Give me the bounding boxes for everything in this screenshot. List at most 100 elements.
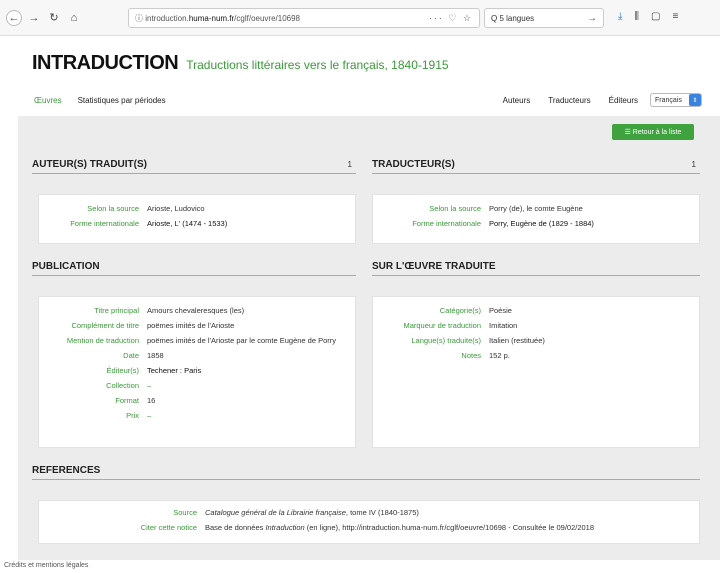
traducteurs-card: Selon la source Porry (de), le comte Eug… <box>372 194 700 244</box>
detail-label: Selon la source <box>87 204 139 213</box>
select-arrows-icon: ⇕ <box>689 94 701 106</box>
oeuvre-card: Catégorie(s) Poésie Marqueur de traducti… <box>372 296 700 448</box>
detail-row: Forme internationale Arioste, L' (1474 -… <box>47 218 347 229</box>
detail-value: Amours chevaleresques (les) <box>147 306 245 315</box>
sidebar-icon[interactable]: ▢ <box>651 11 660 22</box>
detail-label: Mention de traduction <box>66 336 139 345</box>
detail-label: Source <box>173 508 197 517</box>
language-value: Français <box>655 96 682 104</box>
cite-italic: Intraduction <box>265 523 305 532</box>
home-icon[interactable]: ⌂ <box>66 10 82 26</box>
footer-link[interactable]: Crédits et mentions légales <box>4 562 88 569</box>
detail-row: Prix – <box>47 410 347 421</box>
detail-value[interactable]: Porry, Eugène de (1829 - 1884) <box>489 218 594 229</box>
detail-label: Éditeur(s) <box>106 366 139 375</box>
detail-label: Format <box>115 396 139 405</box>
download-icon[interactable]: ⤓ <box>618 11 622 22</box>
url-bar[interactable]: ⓘ introduction. huma-num.fr/cglf/oeuvre/1… <box>128 8 480 28</box>
auteurs-heading: AUTEUR(S) TRADUIT(S) 1 <box>32 156 356 174</box>
detail-value: Imitation <box>489 321 518 330</box>
search-go-arrow-icon[interactable]: → <box>587 13 597 24</box>
nav-editeurs[interactable]: Éditeurs <box>609 96 638 105</box>
back-to-list-button[interactable]: ☰ Retour à la liste <box>612 124 694 140</box>
site-subtitle: Traductions littéraires vers le français… <box>186 58 449 72</box>
detail-row: Date 1858 <box>47 350 347 361</box>
nav-statistiques[interactable]: Statistiques par périodes <box>78 96 166 105</box>
detail-value: Base de données Intraduction (en ligne),… <box>205 522 594 533</box>
detail-row: Marqueur de traduction Imitation <box>381 320 691 331</box>
search-bar[interactable]: Q 5 langues → <box>484 8 604 28</box>
page-actions-icon[interactable]: ··· ♡ ☆ <box>429 13 473 24</box>
detail-value: – <box>147 411 152 420</box>
detail-value[interactable]: Techener : Paris <box>147 365 201 376</box>
source-rest: , tome IV (1840-1875) <box>345 508 419 517</box>
site-brand[interactable]: INTRADUCTION <box>32 52 179 75</box>
detail-label: Catégorie(s) <box>439 306 481 315</box>
traducteurs-count: 1 <box>691 160 696 169</box>
detail-row: Selon la source Arioste, Ludovico <box>47 203 347 214</box>
auteurs-heading-text: AUTEUR(S) TRADUIT(S) <box>32 159 147 170</box>
detail-value: 16 <box>147 396 156 405</box>
cite-pre: Base de données <box>205 523 266 532</box>
detail-row: Notes 152 p. <box>381 350 691 361</box>
detail-label: Complément de titre <box>71 321 139 330</box>
menu-icon[interactable]: ≡ <box>672 11 678 22</box>
detail-value: Poésie <box>489 306 512 315</box>
detail-row: Source Catalogue général de la Librairie… <box>47 507 691 518</box>
publication-heading: PUBLICATION <box>32 258 356 276</box>
detail-row: Citer cette notice Base de données Intra… <box>47 522 691 533</box>
detail-row: Catégorie(s) Poésie <box>381 305 691 316</box>
detail-value: poëmes imités de l'Arioste par le comte … <box>147 336 337 345</box>
detail-value: 152 p. <box>489 351 510 360</box>
traducteurs-heading: TRADUCTEUR(S) 1 <box>372 156 700 174</box>
detail-row: Mention de traduction poëmes imités de l… <box>47 335 347 346</box>
reload-icon[interactable]: ↻ <box>46 10 62 26</box>
detail-label: Citer cette notice <box>140 523 197 532</box>
detail-row: Forme internationale Porry, Eugène de (1… <box>381 218 691 229</box>
nav-traducteurs[interactable]: Traducteurs <box>548 96 590 105</box>
detail-row: Collection – <box>47 380 347 391</box>
detail-label: Langue(s) traduite(s) <box>411 336 481 345</box>
detail-value: Arioste, Ludovico <box>147 204 205 213</box>
back-arrow-icon[interactable]: ← <box>6 9 22 26</box>
nav-auteurs[interactable]: Auteurs <box>503 96 531 105</box>
detail-row: Éditeur(s) Techener : Paris <box>47 365 347 376</box>
detail-row: Selon la source Porry (de), le comte Eug… <box>381 203 691 214</box>
references-heading: REFERENCES <box>32 462 700 480</box>
detail-row: Titre principal Amours chevaleresques (l… <box>47 305 347 316</box>
detail-label: Titre principal <box>94 306 139 315</box>
detail-value[interactable]: Arioste, L' (1474 - 1533) <box>147 218 227 229</box>
source-title: Catalogue général de la Librairie frança… <box>205 508 346 517</box>
language-select[interactable]: Français ⇕ <box>650 93 702 107</box>
search-input[interactable]: Q 5 langues <box>491 14 534 23</box>
references-card: Source Catalogue général de la Librairie… <box>38 500 700 544</box>
detail-value: – <box>147 381 152 390</box>
auteurs-count: 1 <box>347 160 352 169</box>
publication-card: Titre principal Amours chevaleresques (l… <box>38 296 356 448</box>
detail-value: Catalogue général de la Librairie frança… <box>205 507 419 518</box>
toolbar-icons: ⤓ ⫼ ▢ ≡ <box>618 11 678 22</box>
detail-label: Date <box>123 351 139 360</box>
auteurs-card: Selon la source Arioste, Ludovico Forme … <box>38 194 356 244</box>
detail-label: Marqueur de traduction <box>403 321 481 330</box>
url-path: /cglf/oeuvre/10698 <box>234 13 300 23</box>
publication-heading-text: PUBLICATION <box>32 261 100 272</box>
references-heading-text: REFERENCES <box>32 465 101 476</box>
traducteurs-heading-text: TRADUCTEUR(S) <box>372 159 455 170</box>
nav-oeuvres[interactable]: Œuvres <box>34 96 62 105</box>
detail-label: Selon la source <box>429 204 481 213</box>
detail-label: Notes <box>461 351 481 360</box>
library-icon[interactable]: ⫼ <box>634 11 639 22</box>
detail-label: Forme internationale <box>412 219 481 228</box>
detail-value: Porry (de), le comte Eugène <box>489 204 583 213</box>
top-navigation: Œuvres Statistiques par périodes Auteurs… <box>18 88 702 112</box>
detail-row: Format 16 <box>47 395 347 406</box>
oeuvre-heading-text: SUR L'ŒUVRE TRADUITE <box>372 261 496 272</box>
detail-row: Complément de titre poëmes imités de l'A… <box>47 320 347 331</box>
detail-label: Forme internationale <box>70 219 139 228</box>
url-prefix: ⓘ introduction. <box>135 13 189 23</box>
detail-value: poëmes imités de l'Arioste <box>147 321 235 330</box>
forward-arrow-icon[interactable]: → <box>26 10 42 26</box>
site-header: INTRADUCTION Traductions littéraires ver… <box>32 52 449 75</box>
cite-post: (en ligne), http://intraduction.huma-num… <box>304 523 595 532</box>
